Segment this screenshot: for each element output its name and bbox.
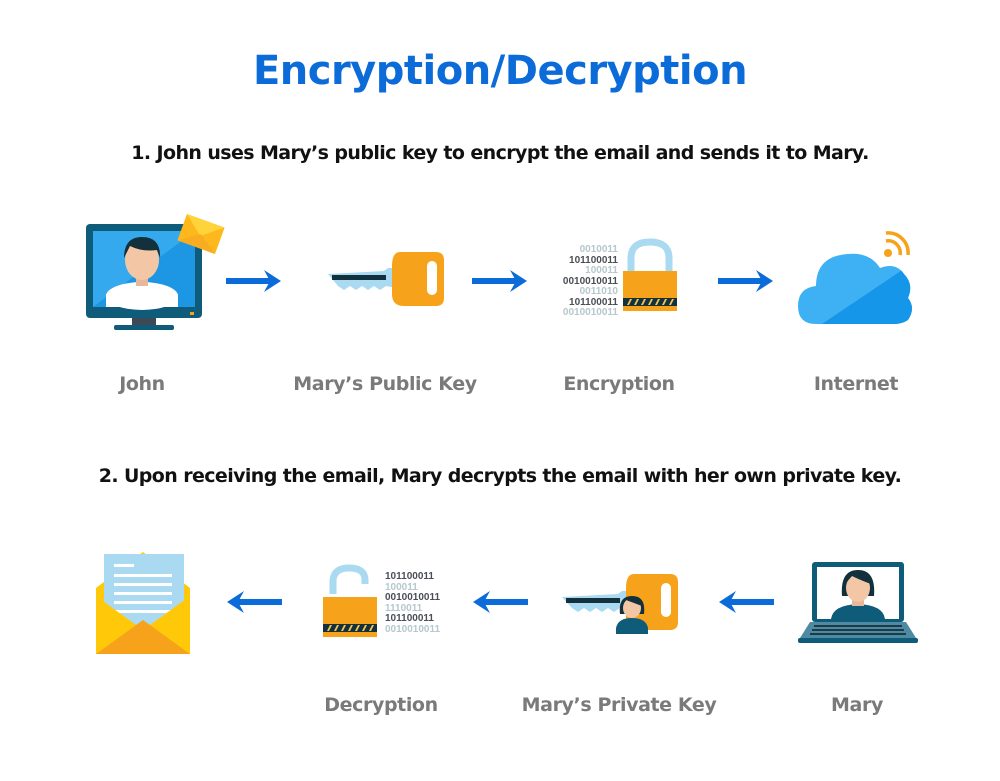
open-envelope-letter-icon bbox=[94, 548, 192, 656]
binary-line: 0010010011 bbox=[562, 307, 618, 318]
binary-line: 0010010011 bbox=[385, 623, 441, 635]
internet-cloud-icon bbox=[796, 228, 920, 328]
node-label-john: John bbox=[119, 373, 165, 395]
binary-code-text: 101100011 100011 0010010011 1110011 1011… bbox=[385, 571, 445, 635]
diagram-title: Encryption/Decryption bbox=[252, 48, 748, 94]
mary-laptop-icon bbox=[798, 560, 918, 646]
private-key-icon bbox=[560, 570, 680, 640]
binary-code-text: 0010011 101100011 100011 0010010011 0011… bbox=[560, 244, 618, 319]
node-label-encryption: Encryption bbox=[563, 373, 675, 395]
step-2-description: 2. Upon receiving the email, Mary decryp… bbox=[98, 465, 902, 487]
unlocked-padlock-icon bbox=[321, 562, 379, 640]
node-label-private-key: Mary’s Private Key bbox=[521, 694, 717, 716]
node-label-mary: Mary bbox=[831, 694, 883, 716]
arrow-right-icon bbox=[472, 270, 528, 292]
arrow-left-icon bbox=[718, 591, 774, 613]
arrow-right-icon bbox=[718, 270, 774, 292]
step-1-description: 1. John uses Mary’s public key to encryp… bbox=[131, 142, 869, 164]
arrow-left-icon bbox=[472, 591, 528, 613]
binary-line: 0010011 bbox=[579, 244, 618, 255]
binary-line: 100011 bbox=[585, 265, 618, 276]
public-key-icon bbox=[326, 246, 446, 310]
node-label-decryption: Decryption bbox=[324, 694, 438, 716]
arrow-left-icon bbox=[226, 591, 282, 613]
binary-line: 101100011 bbox=[385, 571, 434, 582]
arrow-right-icon bbox=[226, 270, 282, 292]
binary-line: 0011010 bbox=[579, 286, 618, 297]
node-label-public-key: Mary’s Public Key bbox=[293, 373, 477, 395]
locked-padlock-icon bbox=[621, 238, 679, 314]
node-label-internet: Internet bbox=[813, 373, 899, 395]
john-computer-icon bbox=[84, 208, 226, 333]
binary-line: 0010010011 bbox=[385, 592, 441, 603]
binary-line: 101100011 bbox=[385, 613, 434, 624]
